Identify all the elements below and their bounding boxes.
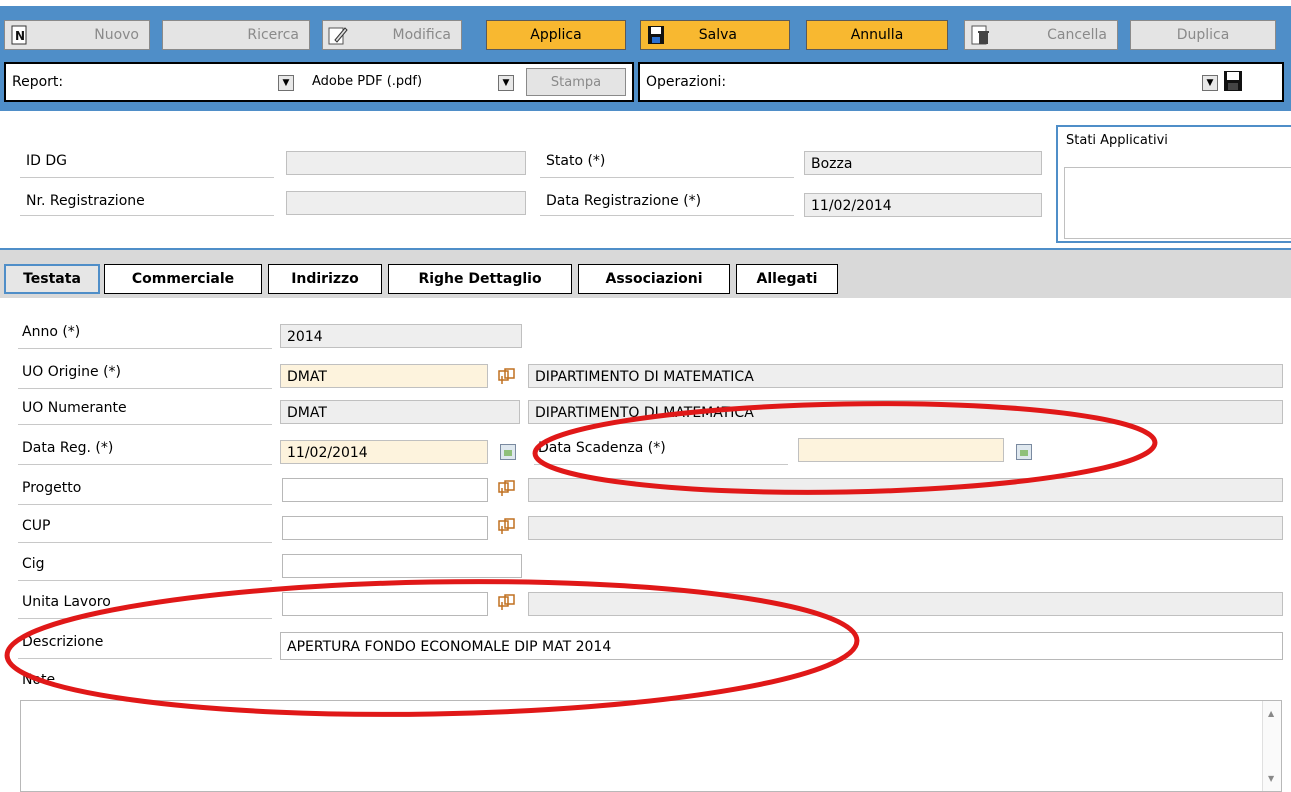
- label-underline: [18, 658, 272, 659]
- note-label: Note: [22, 672, 56, 688]
- note-scrollbar[interactable]: ▲ ▼: [1262, 701, 1281, 791]
- label-underline: [540, 215, 794, 216]
- label-underline: [18, 388, 272, 389]
- uo-numerante-desc-field: DIPARTIMENTO DI MATEMATICA: [528, 400, 1283, 424]
- salva-button[interactable]: Salva: [640, 20, 790, 50]
- testata-form: Anno (*) 2014 UO Origine (*) DMAT DIPART…: [0, 298, 1291, 792]
- floppy-disk-icon: [648, 26, 664, 44]
- uo-numerante-label: UO Numerante: [22, 400, 127, 416]
- report-dropdown-icon[interactable]: ▼: [278, 75, 294, 91]
- label-underline: [18, 542, 272, 543]
- anno-label: Anno (*): [22, 324, 81, 340]
- stato-label: Stato (*): [546, 153, 606, 169]
- tab-testata[interactable]: Testata: [4, 264, 100, 294]
- nr-registrazione-field[interactable]: [286, 191, 526, 215]
- operazioni-panel: Operazioni: ▼: [638, 62, 1284, 102]
- record-header: ID DG Nr. Registrazione Stato (*) Bozza …: [0, 108, 1291, 251]
- tab-commerciale[interactable]: Commerciale: [104, 264, 262, 294]
- tab-indirizzo[interactable]: Indirizzo: [268, 264, 382, 294]
- ricerca-button[interactable]: Ricerca: [162, 20, 310, 50]
- format-select[interactable]: Adobe PDF (.pdf): [308, 72, 494, 94]
- svg-text:N: N: [15, 29, 25, 43]
- descrizione-label: Descrizione: [22, 634, 104, 650]
- tabs-bar: Testata Commerciale Indirizzo Righe Dett…: [0, 248, 1291, 298]
- unita-lavoro-field[interactable]: [282, 592, 488, 616]
- report-bar: Report: ▼ Adobe PDF (.pdf) ▼ Stampa Oper…: [0, 56, 1291, 108]
- format-dropdown-icon[interactable]: ▼: [498, 75, 514, 91]
- id-dg-field[interactable]: [286, 151, 526, 175]
- modifica-button[interactable]: Modifica: [322, 20, 462, 50]
- label-underline: [20, 215, 274, 216]
- stati-applicativi-label: Stati Applicativi: [1066, 133, 1168, 148]
- data-registrazione-label: Data Registrazione (*): [546, 193, 702, 209]
- uo-origine-desc-field: DIPARTIMENTO DI MATEMATICA: [528, 364, 1283, 388]
- unita-lavoro-desc-field: [528, 592, 1283, 616]
- data-reg-label: Data Reg. (*): [22, 440, 114, 456]
- lookup-icon[interactable]: [498, 480, 516, 498]
- descrizione-field[interactable]: APERTURA FONDO ECONOMALE DIP MAT 2014: [280, 632, 1283, 660]
- tab-allegati[interactable]: Allegati: [736, 264, 838, 294]
- progetto-field[interactable]: [282, 478, 488, 502]
- report-label: Report:: [12, 74, 64, 90]
- lookup-icon[interactable]: [498, 518, 516, 536]
- progetto-label: Progetto: [22, 480, 82, 496]
- lookup-icon[interactable]: [498, 368, 516, 386]
- uo-origine-code-field[interactable]: DMAT: [280, 364, 488, 388]
- data-registrazione-field[interactable]: 11/02/2014: [804, 193, 1042, 217]
- data-reg-field[interactable]: 11/02/2014: [280, 440, 488, 464]
- scroll-up-icon[interactable]: ▲: [1268, 709, 1274, 718]
- anno-field[interactable]: 2014: [280, 324, 522, 348]
- lookup-icon[interactable]: [498, 594, 516, 612]
- toolbar: N Nuovo Ricerca Modifica Applica Salva A…: [0, 6, 1291, 56]
- floppy-disk-icon[interactable]: [1222, 70, 1244, 92]
- report-select[interactable]: [94, 72, 280, 94]
- cup-label: CUP: [22, 518, 51, 534]
- operazioni-label: Operazioni:: [646, 74, 727, 90]
- cup-desc-field: [528, 516, 1283, 540]
- label-underline: [18, 348, 272, 349]
- label-underline: [20, 177, 274, 178]
- data-scadenza-label: Data Scadenza (*): [538, 440, 666, 456]
- stati-applicativi-panel: Stati Applicativi: [1056, 125, 1291, 243]
- label-underline: [18, 464, 272, 465]
- label-underline: [540, 177, 794, 178]
- label-underline: [18, 504, 272, 505]
- progetto-desc-field: [528, 478, 1283, 502]
- stampa-button[interactable]: Stampa: [526, 68, 626, 96]
- label-underline: [534, 464, 788, 465]
- nuovo-button[interactable]: N Nuovo: [4, 20, 150, 50]
- annulla-button[interactable]: Annulla: [806, 20, 948, 50]
- cancella-button[interactable]: Cancella: [964, 20, 1118, 50]
- edit-pencil-icon: [328, 27, 348, 45]
- nr-registrazione-label: Nr. Registrazione: [26, 193, 145, 209]
- cig-label: Cig: [22, 556, 45, 572]
- new-document-icon: N: [11, 25, 27, 45]
- label-underline: [18, 424, 272, 425]
- trash-icon: [971, 25, 989, 45]
- unita-lavoro-label: Unita Lavoro: [22, 594, 111, 610]
- data-scadenza-field[interactable]: [798, 438, 1004, 462]
- scroll-down-icon[interactable]: ▼: [1268, 774, 1274, 783]
- cup-field[interactable]: [282, 516, 488, 540]
- stato-field[interactable]: Bozza: [804, 151, 1042, 175]
- calendar-icon[interactable]: [1016, 444, 1032, 460]
- applica-button[interactable]: Applica: [486, 20, 626, 50]
- stati-applicativi-list: [1064, 167, 1291, 239]
- operazioni-dropdown-icon[interactable]: ▼: [1202, 75, 1218, 91]
- operazioni-select[interactable]: [760, 72, 1190, 94]
- uo-origine-label: UO Origine (*): [22, 364, 122, 380]
- tab-associazioni[interactable]: Associazioni: [578, 264, 730, 294]
- note-textarea[interactable]: ▲ ▼: [20, 700, 1282, 792]
- label-underline: [18, 580, 272, 581]
- calendar-icon[interactable]: [500, 444, 516, 460]
- duplica-button[interactable]: Duplica: [1130, 20, 1276, 50]
- tab-righe-dettaglio[interactable]: Righe Dettaglio: [388, 264, 572, 294]
- label-underline: [18, 618, 272, 619]
- report-panel: Report: ▼ Adobe PDF (.pdf) ▼ Stampa: [4, 62, 634, 102]
- uo-numerante-code-field: DMAT: [280, 400, 520, 424]
- cig-field[interactable]: [282, 554, 522, 578]
- id-dg-label: ID DG: [26, 153, 67, 169]
